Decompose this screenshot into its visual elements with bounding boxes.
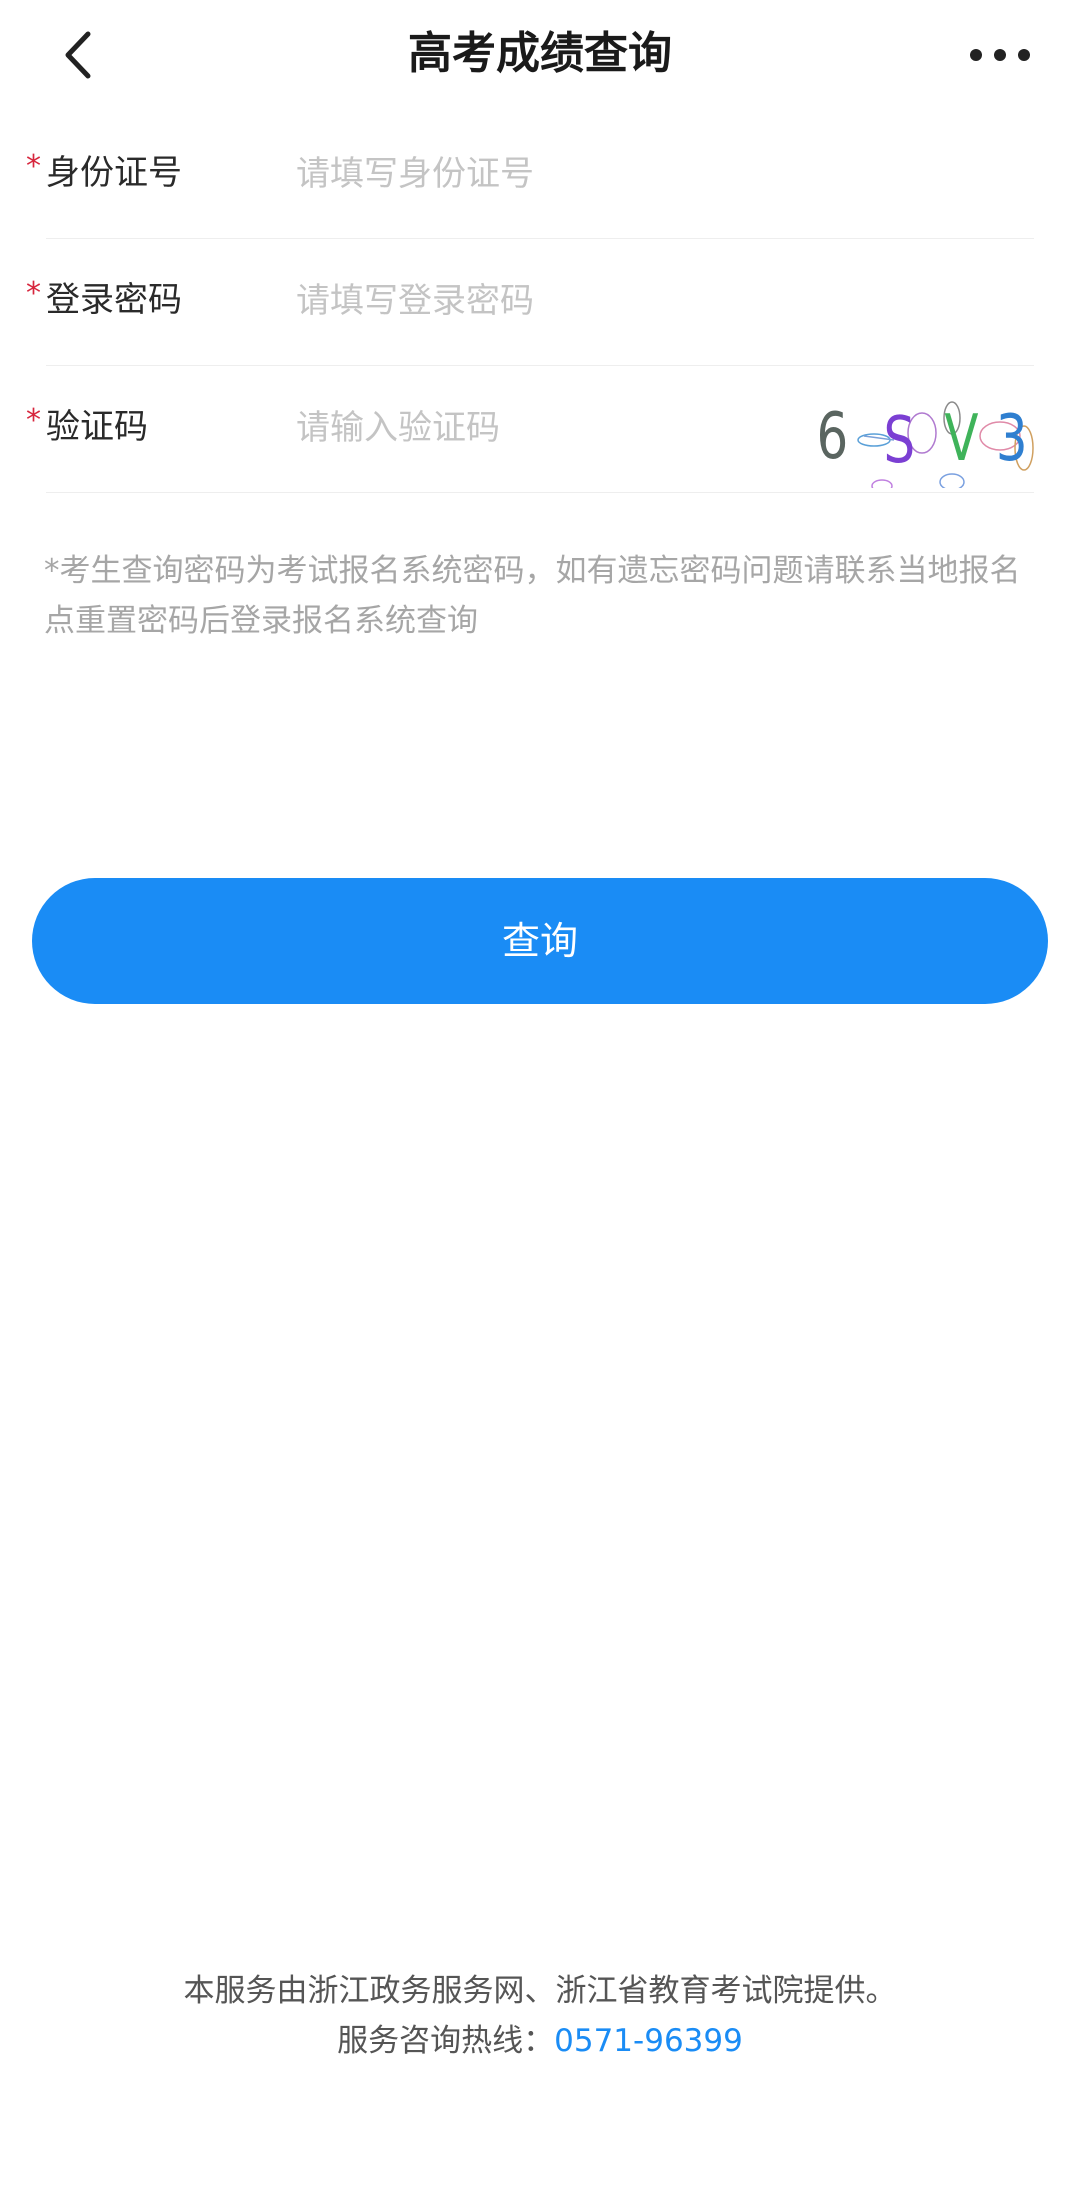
query-form: * 身份证号 * 登录密码 * 验证码 6 S V [0, 112, 1080, 493]
id-number-row: * 身份证号 [26, 112, 1034, 239]
required-mark: * [26, 403, 41, 438]
password-input[interactable] [296, 271, 796, 331]
footer-hotline: 服务咨询热线：0571-96399 [0, 2016, 1080, 2066]
svg-text:S: S [884, 403, 916, 478]
hotline-number-link[interactable]: 0571-96399 [554, 2023, 743, 2059]
footer-provider-text: 本服务由浙江政务服务网、浙江省教育考试院提供。 [183, 1973, 897, 2009]
captcha-image[interactable]: 6 S V 3 [804, 378, 1034, 488]
svg-text:V: V [944, 401, 978, 476]
captcha-label: 验证码 [46, 407, 148, 447]
required-mark: * [26, 149, 41, 184]
id-number-label: 身份证号 [46, 153, 182, 193]
svg-text:6: 6 [816, 399, 848, 474]
hotline-label: 服务咨询热线： [337, 2023, 555, 2059]
password-row: * 登录密码 [26, 239, 1034, 366]
password-label: 登录密码 [46, 280, 182, 320]
footer: 本服务由浙江政务服务网、浙江省教育考试院提供。 服务咨询热线：0571-9639… [0, 1966, 1080, 2066]
more-icon[interactable] [960, 30, 1040, 80]
svg-text:3: 3 [996, 401, 1028, 476]
captcha-row: * 验证码 6 S V 3 [26, 366, 1034, 493]
id-number-input[interactable] [296, 144, 796, 204]
page-title: 高考成绩查询 [408, 28, 672, 79]
query-button[interactable]: 查询 [32, 878, 1048, 1004]
required-mark: * [26, 276, 41, 311]
captcha-input[interactable] [296, 398, 716, 458]
navigation-bar: 高考成绩查询 [0, 0, 1080, 110]
password-hint: *考生查询密码为考试报名系统密码，如有遗忘密码问题请联系当地报名点重置密码后登录… [44, 553, 1021, 639]
